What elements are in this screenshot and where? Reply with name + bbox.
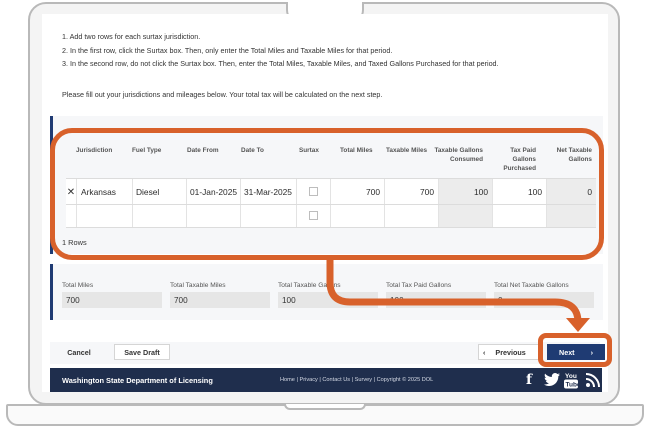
guide-arrow bbox=[326, 258, 590, 332]
